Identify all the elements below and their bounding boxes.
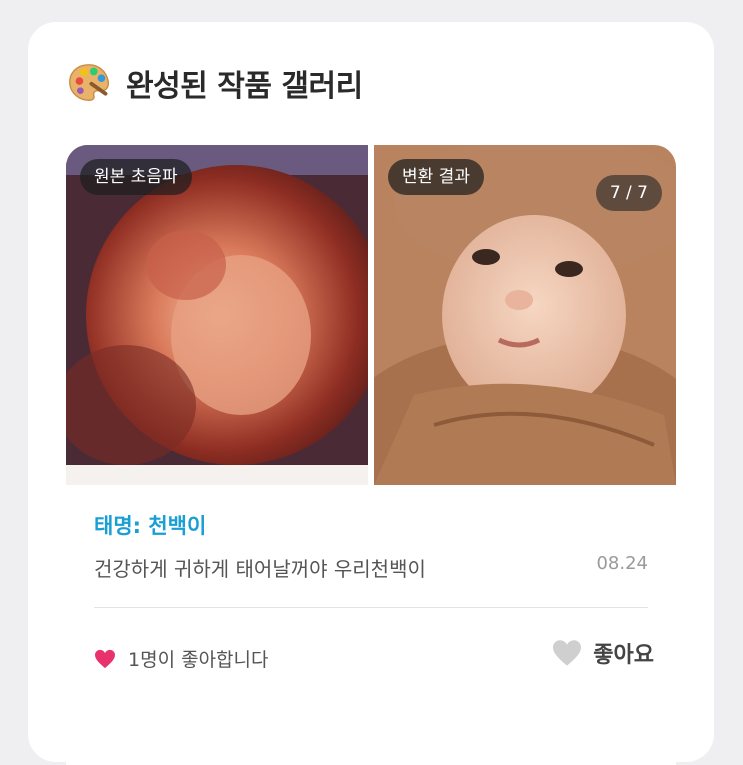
gallery-header: 완성된 작품 갤러리 (66, 60, 363, 106)
like-button-label: 좋아요 (593, 643, 654, 668)
page-title: 완성된 작품 갤러리 (126, 69, 363, 104)
comparison-images[interactable]: 원본 초음파 변환 결과 7 / 7 (66, 145, 676, 485)
original-label-badge: 원본 초음파 (80, 159, 192, 195)
likes-count-text: 1명이 좋아합니다 (128, 649, 269, 671)
divider (94, 607, 648, 608)
heart-outline-icon (553, 640, 582, 666)
palette-icon (69, 64, 110, 101)
original-ultrasound-image[interactable]: 원본 초음파 (66, 145, 368, 485)
like-button[interactable]: 좋아요 (551, 637, 654, 669)
likes-summary: 1명이 좋아합니다 (94, 645, 269, 672)
converted-result-image[interactable]: 변환 결과 7 / 7 (374, 145, 676, 485)
post-message: 건강하게 귀하게 태어날꺼야 우리천백이 (94, 557, 426, 581)
gallery-card: 완성된 작품 갤러리 원본 초음파 변환 결과 7 / 7 태명: 천백이 건강… (28, 22, 714, 765)
post-info: 태명: 천백이 건강하게 귀하게 태어날꺼야 우리천백이 08.24 1명이 좋… (66, 485, 676, 765)
post-date: 08.24 (596, 553, 648, 574)
heart-icon (95, 649, 115, 668)
result-label-badge: 변환 결과 (388, 159, 484, 195)
image-counter: 7 / 7 (595, 175, 662, 211)
baby-nickname: 태명: 천백이 (94, 514, 207, 538)
